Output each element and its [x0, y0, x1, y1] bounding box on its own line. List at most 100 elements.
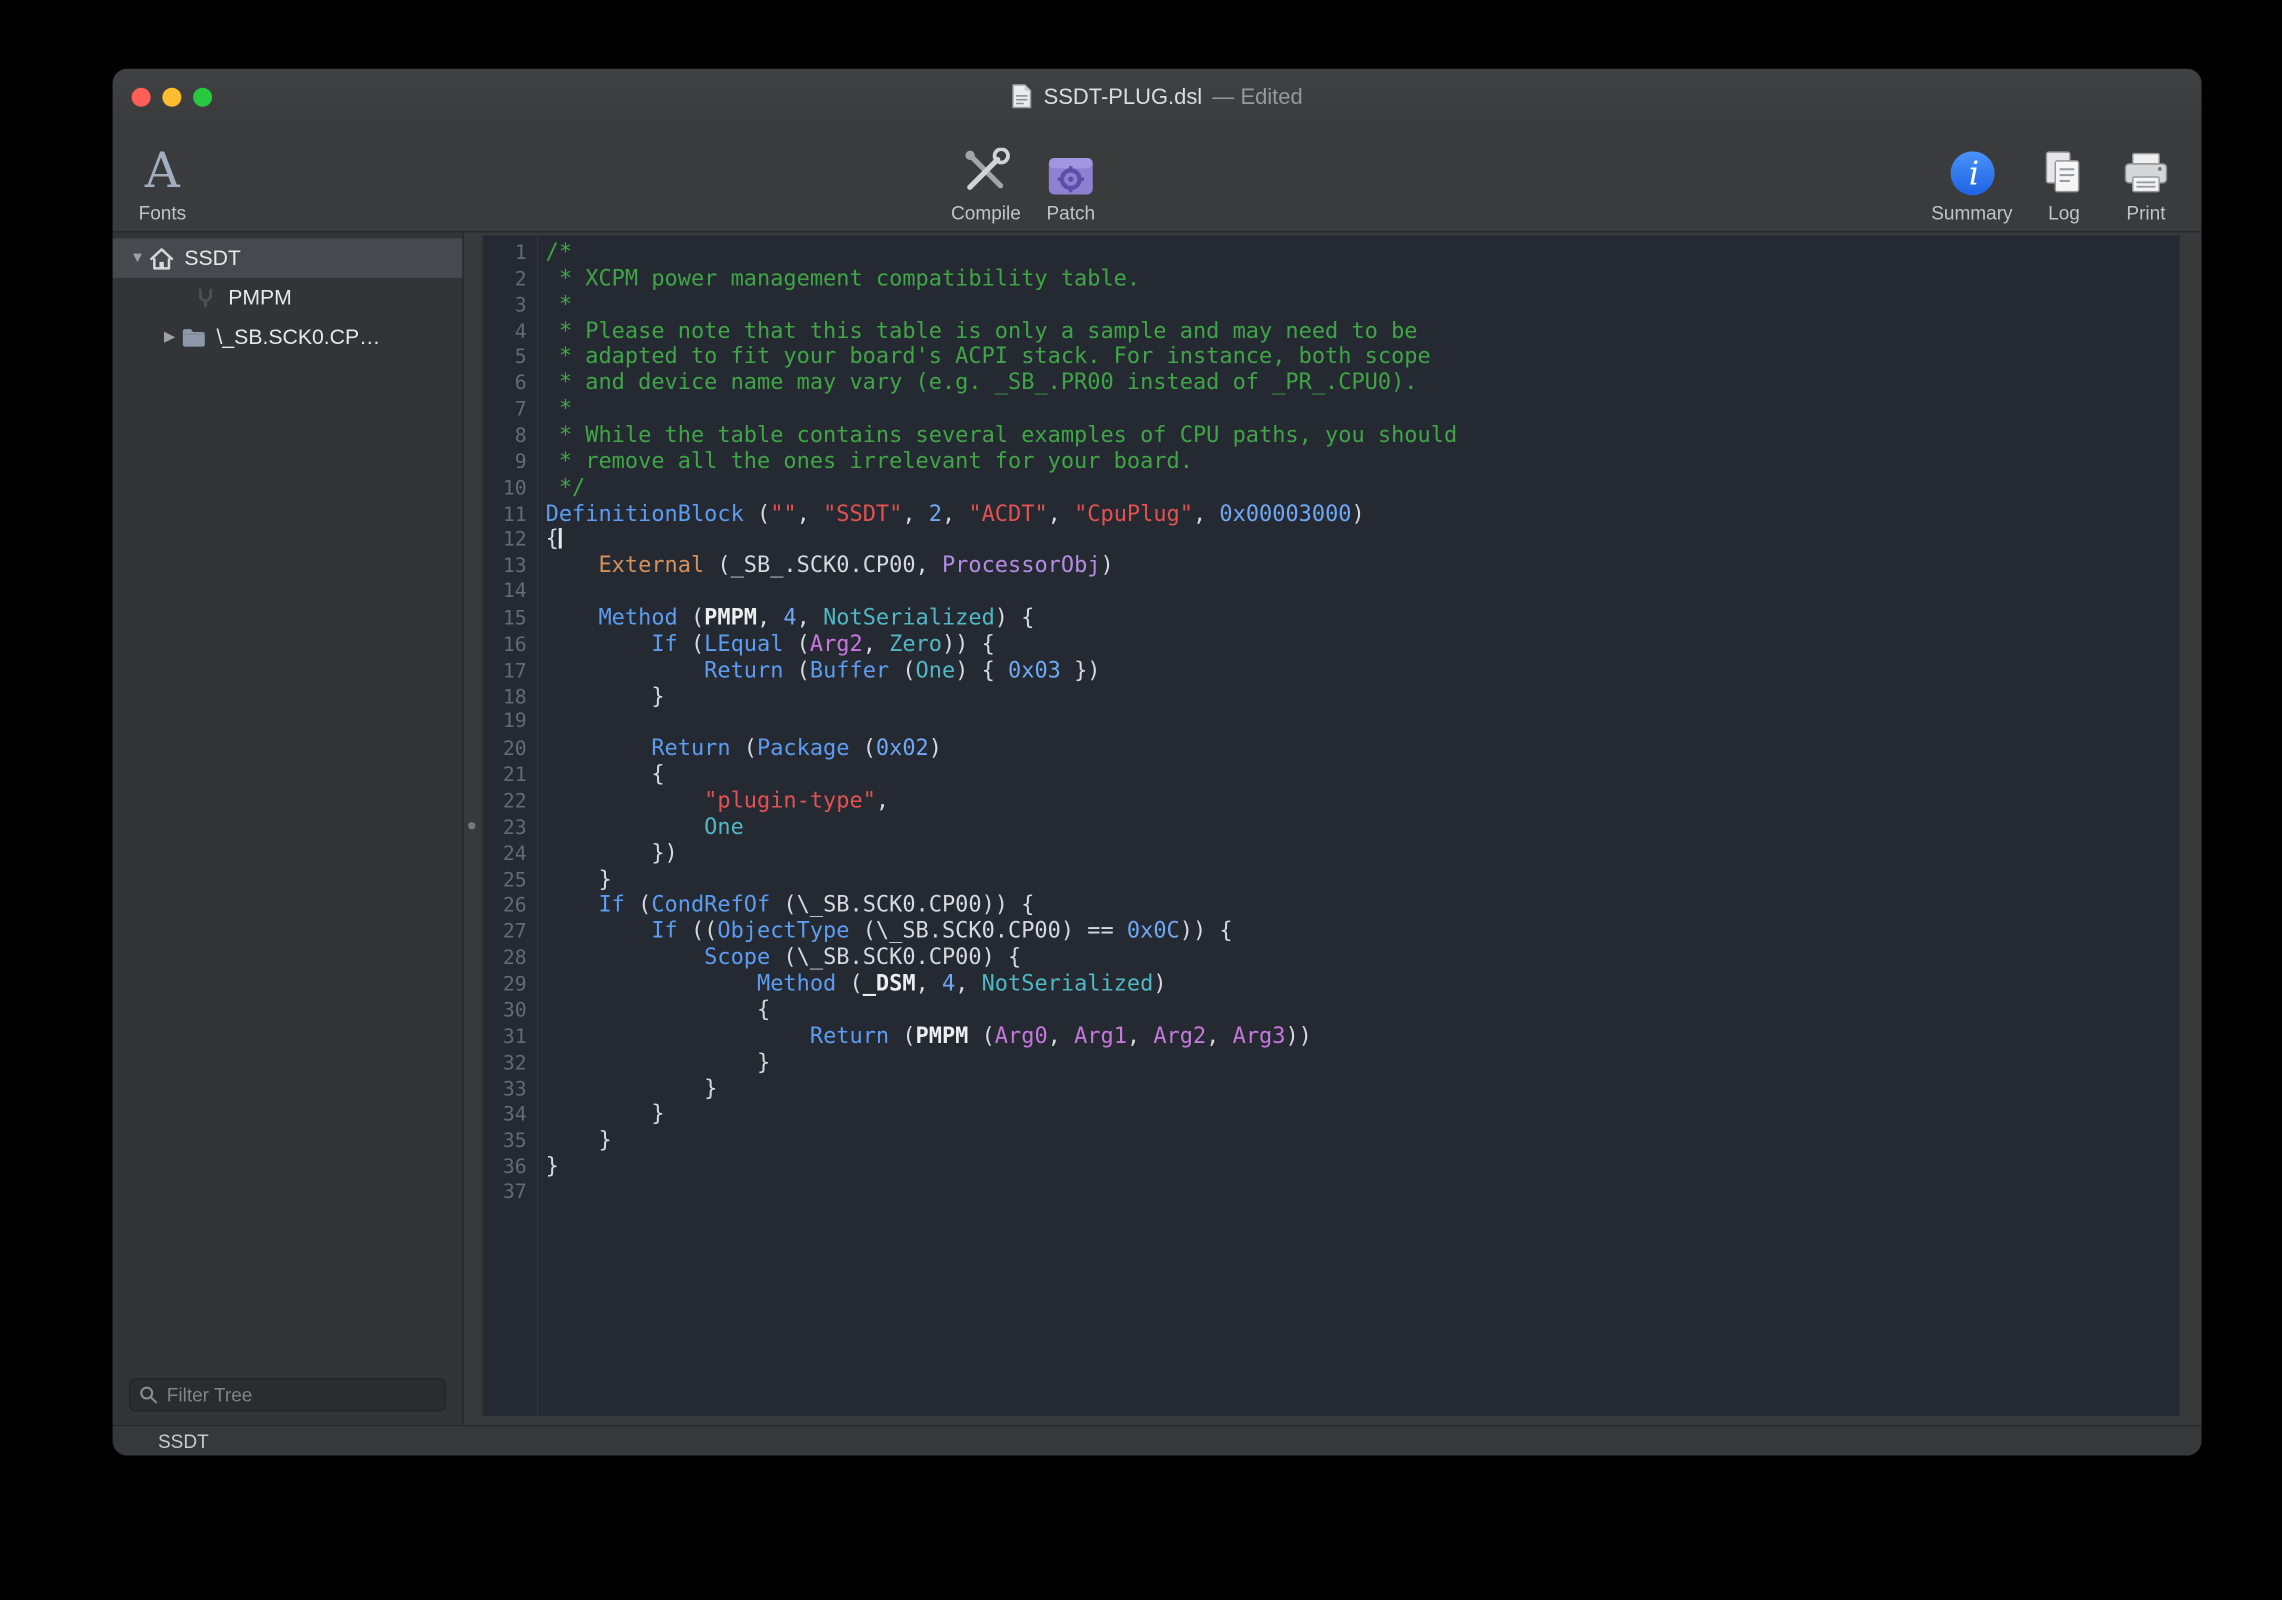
- code-line: 23 One: [483, 815, 2180, 841]
- compile-button[interactable]: Compile: [951, 145, 1021, 224]
- sidebar-tree: ▼ SSDT: [113, 233, 464, 1425]
- log-button[interactable]: Log: [2029, 145, 2099, 224]
- line-number: 36: [483, 1156, 527, 1182]
- line-number: 4: [483, 320, 527, 346]
- code-line: 22 "plugin-type",: [483, 789, 2180, 815]
- line-number: 12: [483, 529, 527, 555]
- print-icon: [2121, 145, 2171, 198]
- text-caret: [559, 529, 562, 549]
- filter-field[interactable]: [129, 1378, 446, 1412]
- line-number: 30: [483, 999, 527, 1025]
- code-line: 2 * XCPM power management compatibility …: [483, 266, 2180, 292]
- search-icon: [139, 1385, 158, 1404]
- content-area: ▼ SSDT: [113, 233, 2202, 1425]
- disclosure-open-icon[interactable]: ▼: [127, 250, 147, 266]
- window-edited-state: — Edited: [1212, 84, 1302, 109]
- line-number: 10: [483, 476, 527, 502]
- line-number: 27: [483, 921, 527, 947]
- code-line: 25 }: [483, 867, 2180, 893]
- sidebar-item-sb-sck0[interactable]: ▶ \_SB.SCK0.CP…: [113, 317, 463, 356]
- code-line: 14: [483, 580, 2180, 606]
- minimize-button[interactable]: [162, 87, 181, 106]
- compile-label: Compile: [951, 202, 1021, 224]
- document-icon: [1011, 83, 1033, 109]
- code-line: 19: [483, 710, 2180, 736]
- code-line: 18 }: [483, 684, 2180, 710]
- line-number: 35: [483, 1130, 527, 1156]
- code-line: 20 Return (Package (0x02): [483, 736, 2180, 762]
- line-number: 2: [483, 267, 527, 293]
- line-number: 17: [483, 659, 527, 685]
- code-line: 26 If (CondRefOf (\_SB.SCK0.CP00)) {: [483, 893, 2180, 919]
- code-line: 37: [483, 1180, 2180, 1206]
- line-number: 22: [483, 790, 527, 816]
- titlebar[interactable]: SSDT-PLUG.dsl — Edited: [113, 69, 2202, 125]
- print-label: Print: [2126, 202, 2165, 224]
- code-line: 10 */: [483, 475, 2180, 501]
- line-number: 20: [483, 738, 527, 764]
- code-line: 17 Return (Buffer (One) { 0x03 }): [483, 658, 2180, 684]
- code-line: 4 * Please note that this table is only …: [483, 318, 2180, 344]
- line-number: 18: [483, 685, 527, 711]
- code-line: 32 }: [483, 1050, 2180, 1076]
- line-number: 14: [483, 580, 527, 606]
- patch-label: Patch: [1046, 202, 1095, 224]
- code-line: 8 * While the table contains several exa…: [483, 423, 2180, 449]
- home-icon: [148, 245, 174, 271]
- code-line: 1/*: [483, 240, 2180, 266]
- summary-icon: i: [1948, 145, 1996, 198]
- code-line: 7 *: [483, 397, 2180, 423]
- code-line: 6 * and device name may vary (e.g. _SB_.…: [483, 371, 2180, 397]
- status-path: SSDT: [158, 1431, 209, 1453]
- traffic-lights: [132, 69, 212, 125]
- window-title: SSDT-PLUG.dsl: [1044, 84, 1203, 109]
- code-line: 24 }): [483, 841, 2180, 867]
- code-line: 9 * remove all the ones irrelevant for y…: [483, 449, 2180, 475]
- patch-icon: [1046, 145, 1096, 198]
- patch-button[interactable]: Patch: [1036, 145, 1106, 224]
- code-line: 15 Method (PMPM, 4, NotSerialized) {: [483, 606, 2180, 632]
- line-number: 37: [483, 1180, 527, 1206]
- folder-icon: [180, 324, 206, 350]
- code-line: 33 }: [483, 1076, 2180, 1102]
- code-editor[interactable]: 1/*2 * XCPM power management compatibili…: [483, 236, 2180, 1416]
- log-label: Log: [2048, 202, 2080, 224]
- line-number: 5: [483, 346, 527, 372]
- sidebar-item-label: \_SB.SCK0.CP…: [216, 325, 380, 348]
- code-line: 27 If ((ObjectType (\_SB.SCK0.CP00) == 0…: [483, 919, 2180, 945]
- line-number: 3: [483, 294, 527, 320]
- toolbar: A Fonts Compile: [113, 124, 2202, 232]
- code-line: 30 {: [483, 998, 2180, 1024]
- line-number: 29: [483, 973, 527, 999]
- close-button[interactable]: [132, 87, 151, 106]
- summary-button[interactable]: i Summary: [1927, 145, 2018, 224]
- line-number: 25: [483, 868, 527, 894]
- sidebar-item-pmpm[interactable]: PMPM: [113, 278, 463, 317]
- method-icon: [192, 285, 218, 311]
- summary-label: Summary: [1931, 202, 2012, 224]
- fonts-button[interactable]: A Fonts: [127, 145, 197, 224]
- line-number: 1: [483, 241, 527, 267]
- line-number: 15: [483, 607, 527, 633]
- sidebar-item-label: SSDT: [184, 246, 241, 269]
- line-number: 33: [483, 1077, 527, 1103]
- filter-tree-input[interactable]: [164, 1382, 436, 1407]
- print-button[interactable]: Print: [2111, 145, 2181, 224]
- line-number: 13: [483, 555, 527, 581]
- status-bar: SSDT: [113, 1425, 2202, 1456]
- code-line: 31 Return (PMPM (Arg0, Arg1, Arg2, Arg3)…: [483, 1024, 2180, 1050]
- code-line: 12{: [483, 527, 2180, 553]
- sidebar-item-ssdt[interactable]: ▼ SSDT: [113, 238, 463, 277]
- zoom-button[interactable]: [193, 87, 212, 106]
- desktop-background: SSDT-PLUG.dsl — Edited A Fonts: [0, 0, 2282, 1600]
- disclosure-closed-icon[interactable]: ▶: [159, 329, 179, 345]
- line-number: 16: [483, 633, 527, 659]
- line-number: 34: [483, 1103, 527, 1129]
- line-number: 21: [483, 764, 527, 790]
- log-icon: [2041, 145, 2088, 198]
- line-number: 8: [483, 424, 527, 450]
- splitter-handle[interactable]: [468, 822, 475, 829]
- line-number: 11: [483, 503, 527, 529]
- code-line: 36}: [483, 1154, 2180, 1180]
- line-number: 32: [483, 1051, 527, 1077]
